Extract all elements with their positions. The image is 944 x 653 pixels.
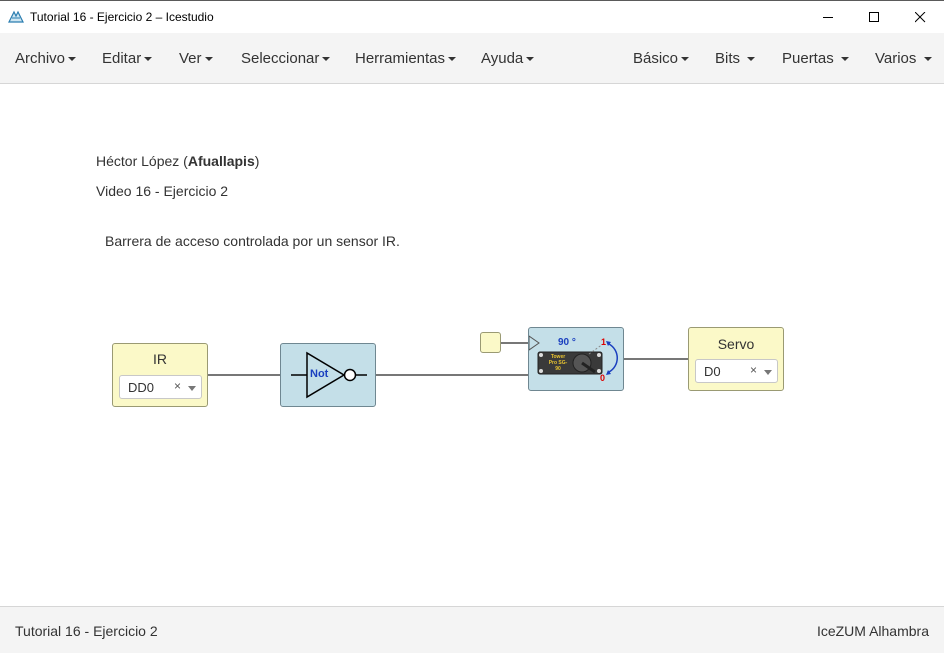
author-name: Héctor López ( [96, 153, 188, 169]
maximize-icon [869, 12, 879, 22]
servo-icon [529, 335, 618, 375]
not-gate-block[interactable]: Not [280, 343, 376, 407]
board-selector[interactable]: IceZUM Alhambra [817, 623, 929, 639]
menu-ver[interactable]: Ver [179, 50, 213, 67]
wire-not-to-servo[interactable] [375, 374, 530, 376]
caret-down-icon [526, 57, 535, 62]
menu-seleccionar[interactable]: Seleccionar [241, 50, 331, 67]
menu-label: Varios [875, 50, 917, 67]
output-label: Servo [717, 336, 755, 352]
menu-ayuda[interactable]: Ayuda [481, 50, 535, 67]
wire-const-to-servo[interactable] [500, 342, 530, 344]
menu-varios[interactable]: Varios [875, 50, 932, 67]
menu-bar: Archivo Editar Ver Seleccionar Herramien… [0, 33, 944, 84]
pin-value: DD0 [128, 380, 155, 395]
dropdown-arrow-icon[interactable] [764, 370, 772, 375]
caret-down-icon [322, 57, 331, 62]
menu-label: Seleccionar [241, 50, 320, 67]
dropdown-arrow-icon[interactable] [188, 386, 196, 391]
menu-label: Básico [633, 50, 679, 67]
pin-select-servo[interactable]: D0 × [695, 359, 778, 383]
caret-down-icon [923, 57, 932, 62]
caret-down-icon [68, 57, 77, 62]
servo-chip-text: Tower Pro SG-90 [548, 354, 568, 372]
pin-select-ir[interactable]: DD0 × [119, 375, 202, 399]
menu-label: Herramientas [355, 50, 446, 67]
constant-input-block[interactable] [480, 332, 501, 353]
caret-down-icon [144, 57, 153, 62]
close-icon [915, 12, 926, 23]
author-info: Héctor López (Afuallapis) [96, 153, 259, 169]
menu-label: Ver [179, 50, 202, 67]
clear-icon[interactable]: × [174, 379, 181, 393]
menu-herramientas[interactable]: Herramientas [355, 50, 457, 67]
clear-icon[interactable]: × [750, 363, 757, 377]
output-block-servo[interactable]: Servo D0 × [688, 327, 784, 391]
minimize-icon [823, 17, 833, 18]
caret-down-icon [204, 57, 213, 62]
menu-basico[interactable]: Básico [633, 50, 690, 67]
minimize-button[interactable] [806, 1, 852, 34]
icestudio-logo-icon [8, 10, 24, 23]
caret-down-icon [747, 57, 756, 62]
status-bar: Tutorial 16 - Ejercicio 2 IceZUM Alhambr… [0, 606, 944, 653]
window-title: Tutorial 16 - Ejercicio 2 – Icestudio [30, 10, 214, 24]
menu-label: Archivo [15, 50, 66, 67]
servo-mark-low: 0 [600, 373, 606, 383]
menu-bits[interactable]: Bits [715, 50, 756, 67]
menu-label: Bits [715, 50, 741, 67]
menu-puertas[interactable]: Puertas [782, 50, 849, 67]
maximize-button[interactable] [852, 1, 898, 34]
title-bar: Tutorial 16 - Ejercicio 2 – Icestudio [0, 0, 944, 33]
caret-down-icon [681, 57, 690, 62]
input-block-ir[interactable]: IR DD0 × [112, 343, 208, 407]
menu-label: Puertas [782, 50, 834, 67]
servo-module-block[interactable]: 90 ° 1 0 Tower Pro SG-90 [528, 327, 624, 391]
project-name: Tutorial 16 - Ejercicio 2 [15, 623, 158, 639]
wire-servo-to-output[interactable] [623, 358, 689, 360]
caret-down-icon [448, 57, 457, 62]
input-label: IR [153, 351, 167, 367]
servo-mark-high: 1 [601, 337, 607, 347]
menu-label: Ayuda [481, 50, 524, 67]
close-button[interactable] [898, 1, 944, 34]
author-close: ) [254, 153, 260, 169]
exercise-subtitle: Video 16 - Ejercicio 2 [96, 183, 229, 199]
author-nick: Afuallapis [187, 153, 255, 169]
servo-angle: 90 ° [558, 337, 576, 348]
caret-down-icon [840, 57, 849, 62]
menu-editar[interactable]: Editar [102, 50, 153, 67]
wire-ir-to-not[interactable] [207, 374, 281, 376]
not-gate-label: Not [310, 368, 329, 380]
menu-label: Editar [102, 50, 142, 67]
exercise-description: Barrera de acceso controlada por un sens… [105, 233, 400, 249]
pin-value: D0 [704, 364, 721, 379]
menu-archivo[interactable]: Archivo [15, 50, 77, 67]
